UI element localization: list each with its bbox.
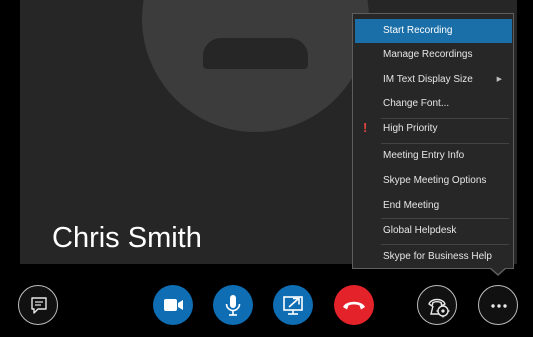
hang-up-icon bbox=[343, 301, 365, 310]
submenu-arrow-icon: ▶ bbox=[496, 76, 502, 83]
menu-caret bbox=[489, 267, 507, 276]
phone-gear-icon bbox=[428, 298, 450, 318]
call-controls-button[interactable] bbox=[417, 285, 457, 325]
menu-item-change-font[interactable]: Change Font... bbox=[355, 92, 512, 116]
menu-item-label: Global Helpdesk bbox=[383, 225, 457, 236]
menu-item-label: Change Font... bbox=[383, 98, 450, 109]
menu-item-start-recording[interactable]: Start Recording bbox=[355, 19, 512, 43]
video-button[interactable] bbox=[153, 285, 193, 325]
chat-button[interactable] bbox=[18, 285, 58, 325]
video-camera-icon bbox=[164, 299, 183, 311]
present-button[interactable] bbox=[273, 285, 313, 325]
menu-item-skype-for-business-help[interactable]: Skype for Business Help bbox=[355, 245, 512, 269]
menu-item-label: Manage Recordings bbox=[383, 49, 473, 60]
microphone-icon bbox=[225, 295, 241, 316]
menu-item-label: High Priority bbox=[383, 123, 438, 134]
menu-item-label: IM Text Display Size bbox=[383, 74, 473, 85]
hang-up-button[interactable] bbox=[334, 285, 374, 325]
menu-item-im-text-display-size[interactable]: IM Text Display Size ▶ bbox=[355, 68, 512, 92]
menu-item-high-priority[interactable]: ! High Priority bbox=[355, 117, 512, 141]
menu-item-end-meeting[interactable]: End Meeting bbox=[355, 194, 512, 218]
avatar-smile bbox=[203, 38, 308, 69]
share-screen-icon bbox=[283, 296, 303, 315]
menu-item-skype-meeting-options[interactable]: Skype Meeting Options bbox=[355, 169, 512, 193]
participant-name: Chris Smith bbox=[52, 222, 202, 254]
menu-item-meeting-entry-info[interactable]: Meeting Entry Info bbox=[355, 144, 512, 168]
menu-item-global-helpdesk[interactable]: Global Helpdesk bbox=[355, 219, 512, 243]
menu-item-label: Meeting Entry Info bbox=[383, 150, 465, 161]
menu-item-label: Skype Meeting Options bbox=[383, 175, 487, 186]
more-options-button[interactable] bbox=[478, 285, 518, 325]
mic-button[interactable] bbox=[213, 285, 253, 325]
chat-icon bbox=[31, 297, 47, 314]
exclamation-icon: ! bbox=[363, 120, 368, 135]
menu-item-label: Start Recording bbox=[383, 25, 453, 36]
menu-item-label: End Meeting bbox=[383, 200, 440, 211]
more-options-menu: Start Recording Manage Recordings IM Tex… bbox=[352, 13, 514, 269]
menu-item-manage-recordings[interactable]: Manage Recordings bbox=[355, 43, 512, 67]
ellipsis-icon bbox=[491, 304, 507, 308]
menu-item-label: Skype for Business Help bbox=[383, 251, 492, 262]
